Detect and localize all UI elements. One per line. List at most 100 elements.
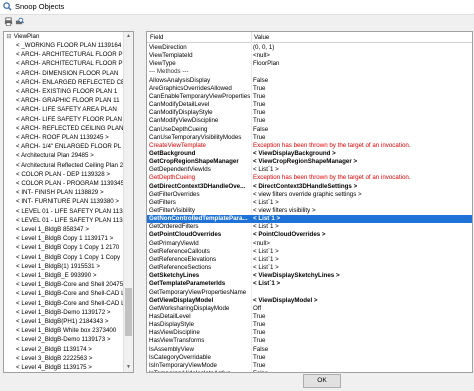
grid-row[interactable]: GetCropRegionShapeManager < ViewCropRegio… xyxy=(147,158,472,166)
grid-header: Field Value xyxy=(147,32,472,43)
tree-item[interactable]: < Level 1_BldgB-Core and Shell 20475 xyxy=(16,281,133,289)
grid-row[interactable]: CanModifyDetailLevel True xyxy=(147,101,472,109)
tree-item[interactable]: < Level 1_BldgB White box 2373400 xyxy=(16,327,133,335)
ok-button[interactable]: OK xyxy=(303,374,341,388)
tree-item[interactable]: < Level 1_BldgB 858347 > xyxy=(16,226,133,234)
tree-item[interactable]: < Level 1_BldgB Copy 1 1139171 > xyxy=(16,235,133,243)
tree-item[interactable]: < ARCH- LIFE SAFETY AREA PLAN xyxy=(16,106,133,114)
tree-item[interactable]: < Level 1_BldgB Copy 1 Copy 1 2170 xyxy=(16,244,133,252)
tree-item[interactable]: < INT- FINISH PLAN 1138829 > xyxy=(16,189,133,197)
grid-row[interactable]: GetReferenceSections < List`1 > xyxy=(147,264,472,272)
tree-item-label: < Level 1_BldgB Copy 1 Copy 1 2170 xyxy=(16,244,120,252)
grid-row[interactable]: CanEnableTemporaryViewPropertiesM... True xyxy=(147,93,472,101)
tree-item[interactable]: < ARCH- 1/4" ENLARGED FLOOR PL xyxy=(16,143,133,151)
tree-item[interactable]: < LEVEL 01 - LIFE SAFETY PLAN 1138 xyxy=(16,217,133,225)
grid-row[interactable]: GetTemporaryViewPropertiesName xyxy=(147,289,472,297)
value-column-header[interactable]: Value xyxy=(254,34,269,41)
tree-scrollbar[interactable]: ▲ ▼ xyxy=(123,32,133,372)
grid-row[interactable]: HasDisplayStyle True xyxy=(147,321,472,329)
scroll-up-icon[interactable]: ▲ xyxy=(124,32,133,41)
grid-row-selected[interactable]: GetNonControlledTemplatePara... < List`1 … xyxy=(147,215,472,224)
tree-item[interactable]: < ARCH- LIFE SAFETY FLOOR PLAN xyxy=(16,116,133,124)
grid-row[interactable]: ViewDirection (0, 0, 1) xyxy=(147,44,472,52)
grid-row[interactable]: CanModifyViewDiscipline True xyxy=(147,117,472,125)
scroll-thumb[interactable] xyxy=(125,288,132,336)
grid-row[interactable]: ViewType FloorPlan xyxy=(147,60,472,68)
grid-row[interactable]: GetReferenceCallouts < List`1 > xyxy=(147,248,472,256)
tree-root[interactable]: ⊟ ViewPlan xyxy=(6,33,124,41)
grid-row[interactable]: GetViewDisplayModel < ViewDisplayModel > xyxy=(147,297,472,305)
grid-row[interactable]: CanModifyDisplayStyle True xyxy=(147,109,472,117)
field-cell: GetPrimaryViewId xyxy=(149,239,199,247)
tree-view[interactable]: ⊟ ViewPlan < _WORKING FLOOR PLAN 1139164… xyxy=(3,31,134,373)
value-cell: < view filters visibility > xyxy=(253,207,316,214)
print-preview-icon[interactable] xyxy=(15,17,24,26)
grid-row[interactable]: GetOrderedFilters < List`1 > xyxy=(147,223,472,231)
tree-item[interactable]: < ARCH- REFLECTED CEILING PLAN xyxy=(16,125,133,133)
grid-row[interactable]: GetWorksharingDisplayMode Off xyxy=(147,305,472,313)
tree-item[interactable]: < ARCH- ARCHITECTURAL FLOOR P xyxy=(16,60,133,68)
grid-row[interactable]: GetTemplateParameterIds < List`1 > xyxy=(147,280,472,288)
grid-row[interactable]: CreateViewTemplate Exception has been thr… xyxy=(147,142,472,150)
value-cell: < ViewDisplayModel > xyxy=(253,296,318,304)
grid-row[interactable]: GetDepthCueing Exception has been thrown … xyxy=(147,174,472,182)
tree-item[interactable]: < ARCH- GRAPHIC FLOOR PLAN 11 xyxy=(16,97,133,105)
value-cell: True xyxy=(253,329,266,337)
grid-row[interactable]: GetDirectContext3DHandleOve... < DirectCo… xyxy=(147,183,472,191)
tree-item[interactable]: < COLOR PLAN - PROGRAM 1139345 xyxy=(16,180,133,188)
grid-row[interactable]: IsInTemporaryViewMode True xyxy=(147,362,472,370)
field-column-header[interactable]: Field xyxy=(150,34,163,41)
grid-row[interactable]: CanUseTemporaryVisibilityModes True xyxy=(147,134,472,142)
tree-item[interactable]: < ARCH- ENLARGED REFLECTED CE xyxy=(16,79,133,87)
tree-item[interactable]: < Level 1_BldgB Copy 1 Copy 1 Copy xyxy=(16,254,133,262)
grid-row[interactable]: HasDetailLevel True xyxy=(147,313,472,321)
field-cell: AreGraphicsOverridesAllowed xyxy=(149,84,232,92)
grid-row[interactable]: GetReferenceElevations < List`1 > xyxy=(147,256,472,264)
tree-item[interactable]: < Level 3_BldgB 2222563 > xyxy=(16,355,133,363)
tree-item[interactable]: < Architectural Reflected Ceiling Plan 2 xyxy=(16,162,133,170)
tree-item[interactable]: < Level 1_BldgB-Core and Shell-CAD L xyxy=(16,290,133,298)
tree-item[interactable]: < Level 1_BldgB-Core and Shell-CAD L xyxy=(16,300,133,308)
grid-row[interactable]: GetDependentViewIds < List`1 > xyxy=(147,166,472,174)
tree-item[interactable]: < Architectural Plan 29485 > xyxy=(16,152,133,160)
grid-row[interactable]: GetBackground < ViewDisplayBackground > xyxy=(147,150,472,158)
tree-item[interactable]: < Level 1_BldgB(PH1) 2184343 > xyxy=(16,318,133,326)
grid-row[interactable]: IsAssemblyView False xyxy=(147,346,472,354)
grid-row[interactable]: CanUseDepthCueing False xyxy=(147,126,472,134)
field-cell: HasViewDiscipline xyxy=(149,329,200,337)
grid-row[interactable]: IsCategoryOverridable True xyxy=(147,354,472,362)
scroll-down-icon[interactable]: ▼ xyxy=(124,363,133,372)
tree-item[interactable]: < ARCH- ARCHITECTURAL FLOOR P xyxy=(16,51,133,59)
tree-item[interactable]: < Level 1_BldgB-Demo 1139172 > xyxy=(16,309,133,317)
grid-row[interactable]: --- Methods --- xyxy=(147,68,472,76)
grid-row[interactable]: GetSketchyLines < ViewDisplaySketchyLines… xyxy=(147,272,472,280)
grid-row[interactable]: HasViewDiscipline True xyxy=(147,329,472,337)
print-icon[interactable] xyxy=(4,17,13,26)
field-cell: CreateViewTemplate xyxy=(149,141,206,149)
property-grid[interactable]: Field Value ViewDirection (0, 0, 1) ViewTe… xyxy=(146,31,473,373)
tree-item[interactable]: < ARCH- ROOF PLAN 1139245 > xyxy=(16,134,133,142)
grid-row[interactable]: GetPrimaryViewId <null> xyxy=(147,240,472,248)
grid-row[interactable]: GetPointCloudOverrides < PointCloudOverri… xyxy=(147,231,472,239)
tree-item[interactable]: < ARCH- EXISTING FLOOR PLAN 1 xyxy=(16,88,133,96)
tree-item-label: < ARCH- LIFE SAFETY AREA PLAN xyxy=(16,106,117,114)
tree-item[interactable]: < Level 1_BldgB(1) 1915531 > xyxy=(16,263,133,271)
tree-item[interactable]: < Level 2_BldgB 1139174 > xyxy=(16,346,133,354)
grid-row[interactable]: IsTemporaryHideIsolateActiveFalse xyxy=(147,370,472,372)
grid-row[interactable]: AllowsAnalysisDisplay False xyxy=(147,77,472,85)
tree-item[interactable]: < ARCH- DIMENSION FLOOR PLAN xyxy=(16,70,133,78)
grid-row[interactable]: GetFilters < List`1 > xyxy=(147,199,472,207)
grid-row[interactable]: ViewTemplateId <null> xyxy=(147,52,472,60)
tree-item[interactable]: < COLOR PLAN - DEP 1139328 > xyxy=(16,171,133,179)
collapse-icon[interactable]: ⊟ xyxy=(6,33,12,41)
tree-item[interactable]: < LEVEL 01 - LIFE SAFETY PLAN 1138 xyxy=(16,208,133,216)
tree-item[interactable]: < INT- FURNITURE PLAN 1139380 > xyxy=(16,198,133,206)
tree-item[interactable]: < Level 4_BldgB 1139175 > xyxy=(16,364,133,372)
tree-item[interactable]: < Level 1_BldgB_E 993990 > xyxy=(16,272,133,280)
tree-item[interactable]: < Level 2_BldgB-Demo 1139173 > xyxy=(16,336,133,344)
grid-row[interactable]: GetFilterOverrides < view filters overrid… xyxy=(147,191,472,199)
grid-row[interactable]: HasViewTransforms True xyxy=(147,337,472,345)
grid-row[interactable]: AreGraphicsOverridesAllowed True xyxy=(147,85,472,93)
grid-row[interactable]: GetFilterVisibility < view filters visibi… xyxy=(147,207,472,215)
tree-item[interactable]: < _WORKING FLOOR PLAN 1139164 xyxy=(16,42,133,50)
